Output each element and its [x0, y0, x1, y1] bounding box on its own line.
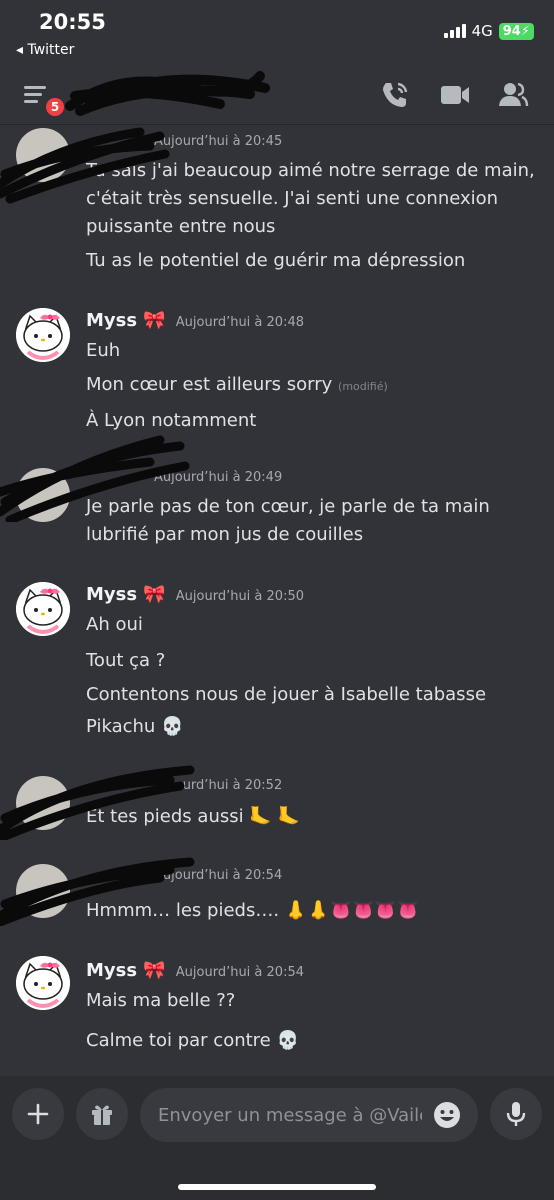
avatar[interactable]	[16, 582, 70, 636]
gift-button[interactable]	[76, 1088, 128, 1140]
battery-indicator: 94⚡	[498, 22, 534, 40]
menu-button[interactable]: 5	[24, 82, 66, 118]
message-text[interactable]: Euh	[86, 340, 120, 361]
back-to-app-link[interactable]: ◂ Twitter	[16, 42, 74, 58]
message-header: Myss 🎀 Aujourd’hui à 20:54	[86, 960, 304, 981]
message-composer	[0, 1076, 554, 1200]
message-timestamp: Aujourd’hui à 20:50	[175, 589, 304, 604]
attach-button[interactable]	[12, 1088, 64, 1140]
message-text[interactable]: Mon cœur est ailleurs sorry (modifié)	[86, 374, 388, 395]
video-camera-icon[interactable]	[438, 78, 472, 112]
redaction-scribble	[0, 127, 170, 204]
redaction-scribble	[0, 857, 195, 926]
message-text[interactable]: À Lyon notamment	[86, 410, 256, 431]
message-input[interactable]	[140, 1088, 478, 1142]
message-header: Myss 🎀 Aujourd’hui à 20:48	[86, 310, 304, 331]
hello-kitty-avatar-image	[16, 582, 70, 636]
redaction-scribble	[0, 765, 195, 840]
message-text[interactable]: Mais ma belle ??	[86, 990, 235, 1011]
message-author[interactable]: Myss 🎀	[86, 960, 166, 981]
message-text[interactable]: Pikachu 💀	[86, 716, 183, 737]
members-icon[interactable]	[496, 78, 530, 112]
phone-call-icon[interactable]	[378, 78, 412, 112]
hello-kitty-avatar-image	[16, 956, 70, 1010]
message-text[interactable]: puissante entre nous	[86, 216, 275, 237]
emoji-icon[interactable]	[432, 1100, 462, 1130]
voice-message-button[interactable]	[490, 1088, 542, 1140]
plus-icon	[27, 1103, 49, 1125]
status-time: 20:55	[39, 10, 106, 34]
message-text[interactable]: Ah oui	[86, 614, 143, 635]
message-text[interactable]: Contentons nous de jouer à Isabelle taba…	[86, 684, 486, 705]
message-text[interactable]: lubrifié par mon jus de couilles	[86, 524, 363, 545]
gift-icon	[92, 1105, 112, 1125]
network-type: 4G	[471, 22, 493, 40]
message-timestamp: Aujourd’hui à 20:54	[175, 965, 304, 980]
message-timestamp: Aujourd’hui à 20:45	[154, 134, 283, 149]
message-text-content: Mon cœur est ailleurs sorry	[86, 374, 333, 395]
message-timestamp: Aujourd’hui à 20:48	[175, 315, 304, 330]
avatar[interactable]	[16, 308, 70, 362]
channel-header: 5	[0, 66, 554, 125]
hello-kitty-avatar-image	[16, 308, 70, 362]
message-header: Myss 🎀 Aujourd’hui à 20:50	[86, 584, 304, 605]
home-indicator[interactable]	[178, 1184, 376, 1190]
status-indicators: 4G 94⚡	[443, 22, 534, 40]
message-text[interactable]: Tout ça ?	[86, 650, 165, 671]
avatar[interactable]	[16, 956, 70, 1010]
status-bar: 20:55 ◂ Twitter 4G 94⚡	[0, 0, 554, 66]
redaction-scribble	[65, 71, 270, 116]
redaction-scribble	[0, 435, 190, 522]
message-author[interactable]: Myss 🎀	[86, 310, 166, 331]
message-text[interactable]: Tu as le potentiel de guérir ma dépressi…	[86, 250, 465, 271]
edited-label: (modifié)	[338, 380, 388, 393]
battery-level: 94	[502, 23, 521, 39]
message-text[interactable]: Calme toi par contre 💀	[86, 1030, 299, 1051]
microphone-icon	[506, 1102, 526, 1126]
cell-signal-icon	[443, 24, 466, 38]
message-author[interactable]: Myss 🎀	[86, 584, 166, 605]
